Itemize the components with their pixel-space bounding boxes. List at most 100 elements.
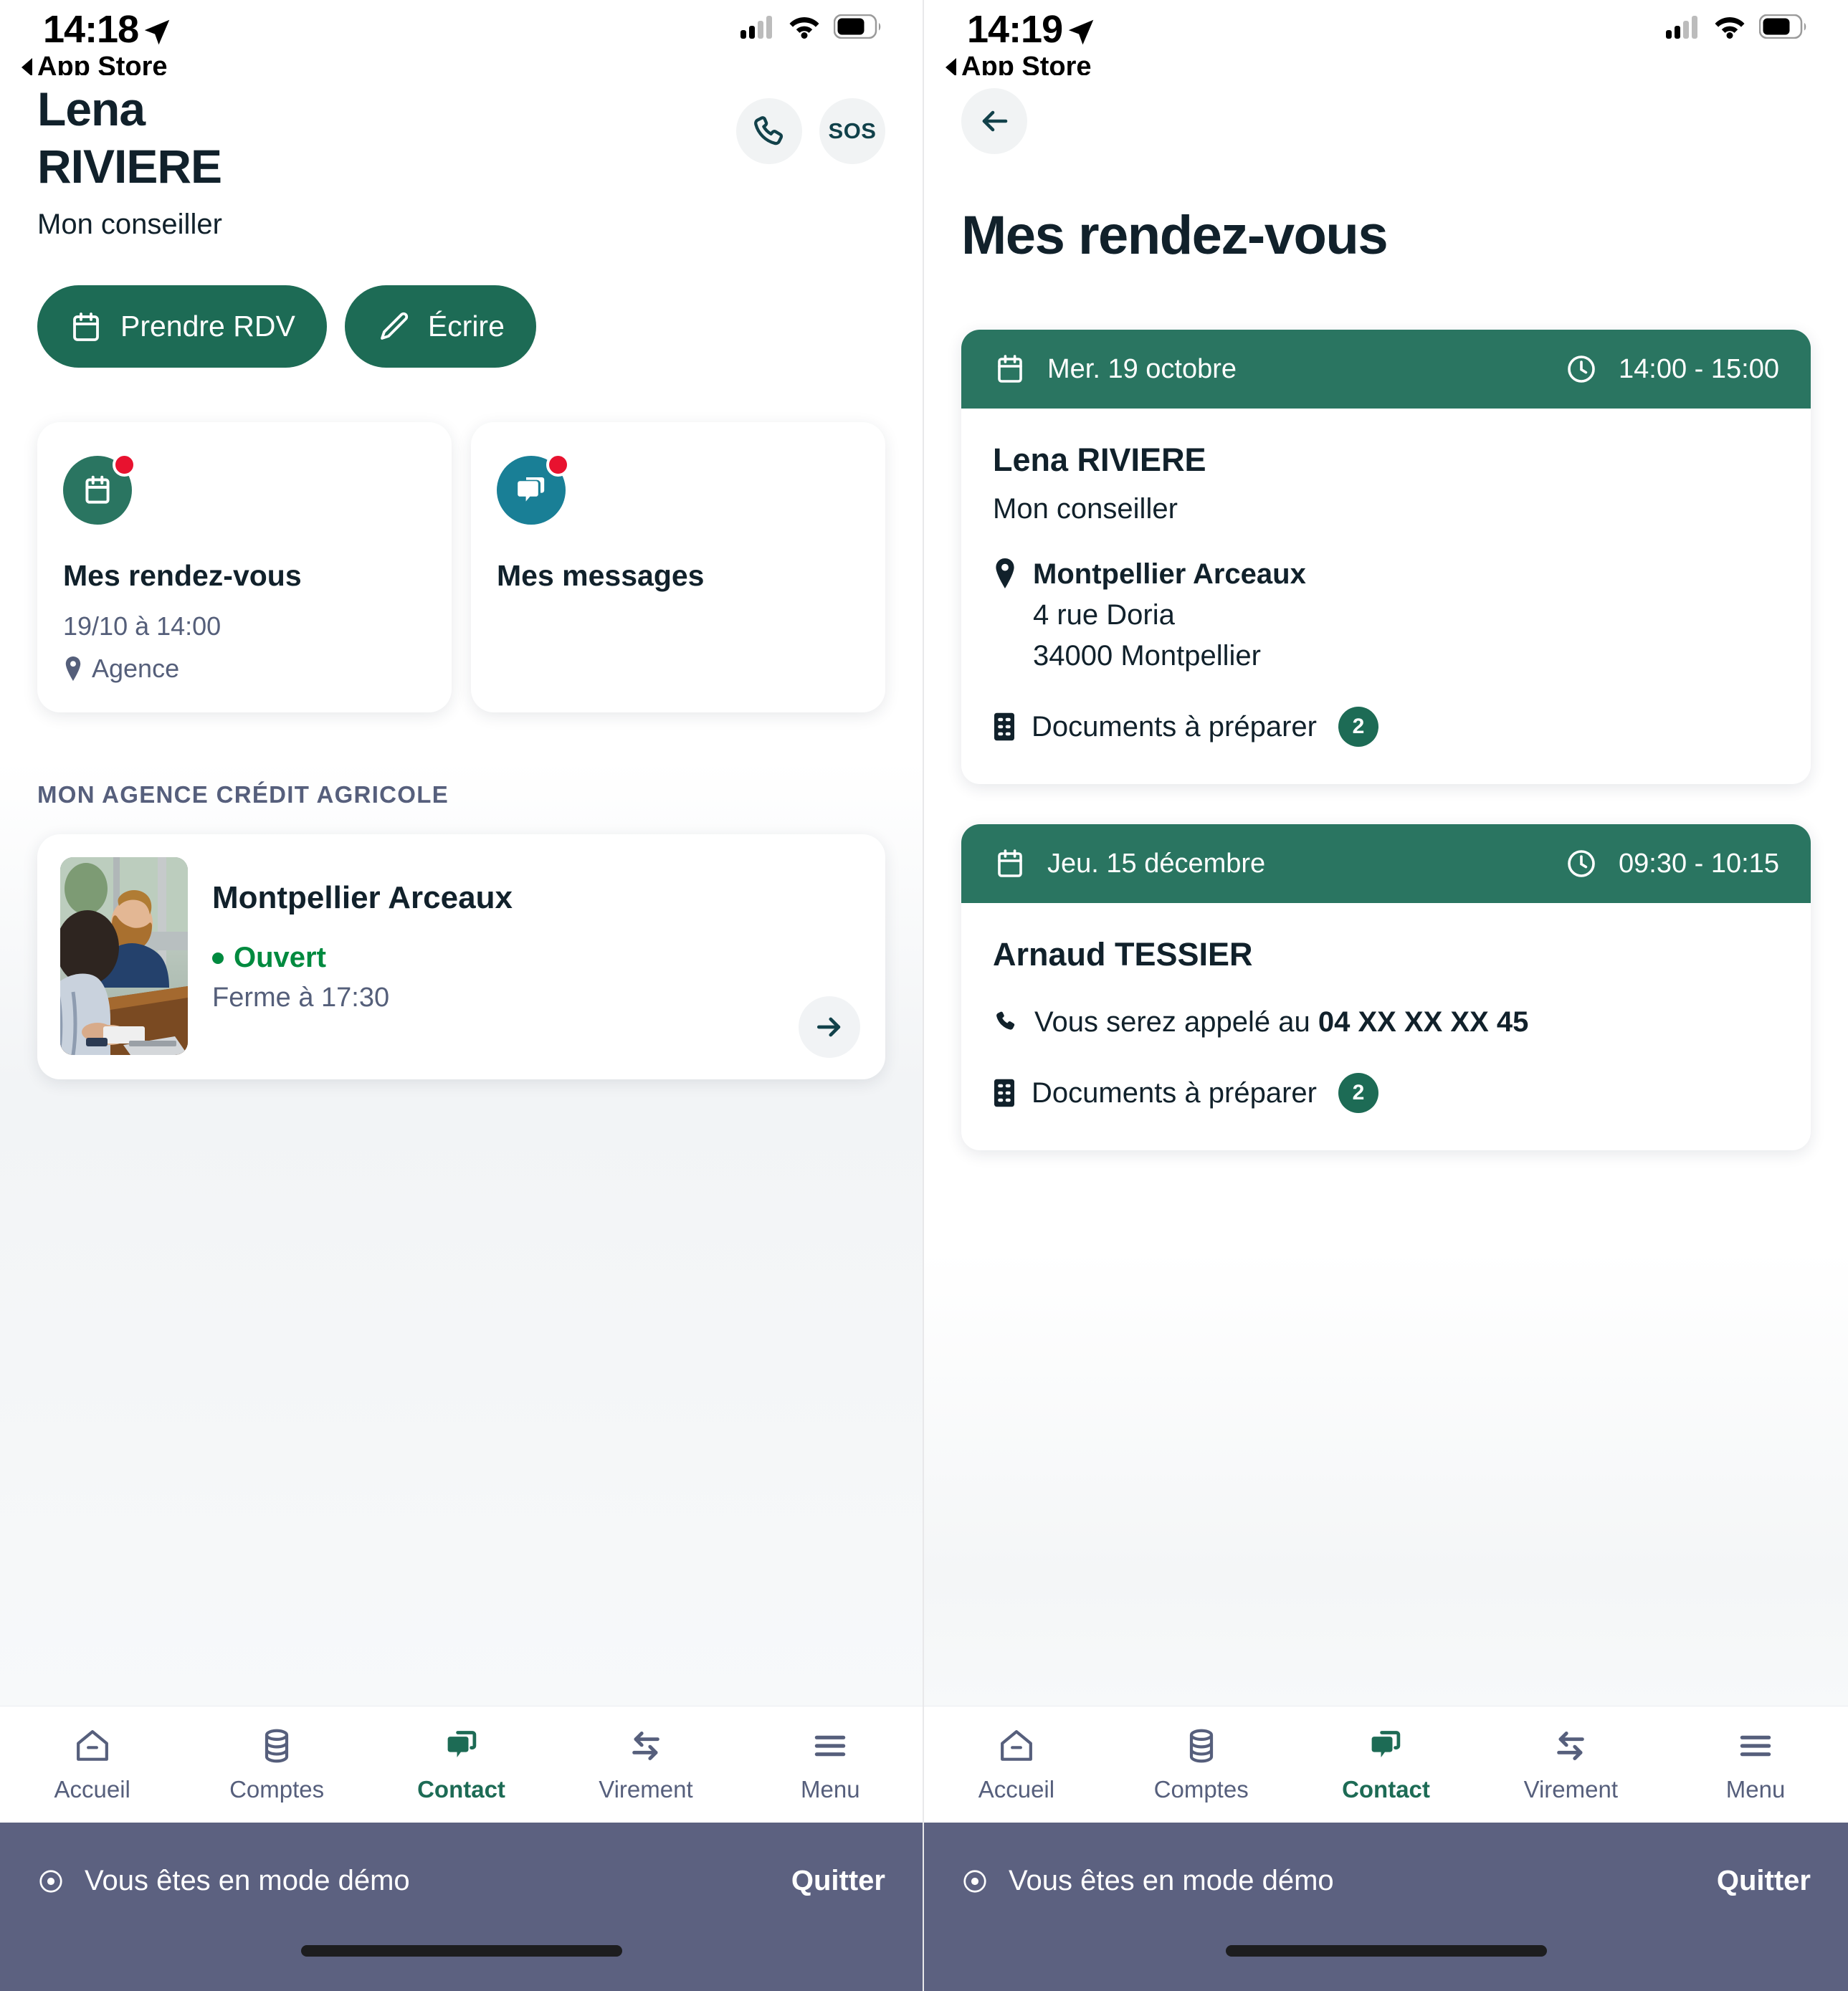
chat-icon bbox=[1366, 1726, 1406, 1766]
tab-comptes[interactable]: Comptes bbox=[1109, 1726, 1294, 1803]
notification-badge bbox=[113, 453, 136, 477]
page-title: Mes rendez-vous bbox=[961, 205, 1389, 266]
appointment-card[interactable]: Jeu. 15 décembre 09:30 - 10:15 Arnaud TE… bbox=[961, 824, 1811, 1150]
agency-name: Montpellier Arceaux bbox=[212, 880, 513, 915]
back-button[interactable] bbox=[961, 88, 1027, 154]
back-triangle-icon bbox=[946, 57, 956, 77]
right-content-scroll[interactable]: Mes rendez-vous Mer. 19 octobre 14:00 - … bbox=[924, 75, 1848, 1706]
tab-label: Comptes bbox=[229, 1776, 325, 1803]
advisor-identity: Lena RIVIERE Mon conseiller bbox=[37, 85, 222, 241]
appointment-documents-row[interactable]: Documents à préparer 2 bbox=[993, 1073, 1779, 1113]
tab-menu[interactable]: Menu bbox=[738, 1726, 923, 1803]
status-bar-time: 14:19 bbox=[967, 8, 1063, 51]
tab-accueil[interactable]: Accueil bbox=[0, 1726, 184, 1803]
arrow-right-icon bbox=[814, 1011, 845, 1043]
sos-button[interactable]: SOS bbox=[819, 98, 885, 164]
tab-label: Accueil bbox=[978, 1776, 1055, 1803]
phone-icon bbox=[751, 113, 788, 150]
appointment-place: Montpellier Arceaux bbox=[1033, 558, 1306, 590]
quit-demo-button[interactable]: Quitter bbox=[791, 1865, 885, 1897]
prendre-rdv-button[interactable]: Prendre RDV bbox=[37, 285, 327, 368]
home-indicator[interactable] bbox=[300, 1945, 622, 1957]
cellular-signal-icon bbox=[1666, 14, 1700, 39]
tab-label: Accueil bbox=[54, 1776, 130, 1803]
status-bar-right: 14:19 App Store bbox=[924, 0, 1848, 82]
status-bar-time: 14:18 bbox=[43, 8, 139, 51]
tile-mes-rendez-vous[interactable]: Mes rendez-vous 19/10 à 14:00 Agence bbox=[37, 422, 452, 712]
appointments-list: Mer. 19 octobre 14:00 - 15:00 Lena RIVIE… bbox=[924, 267, 1848, 1150]
appointment-card[interactable]: Mer. 19 octobre 14:00 - 15:00 Lena RIVIE… bbox=[961, 330, 1811, 784]
home-indicator-area-right bbox=[924, 1939, 1848, 1991]
hamburger-icon bbox=[810, 1726, 850, 1766]
right-phone-screen: 14:19 App Store Mes rendez-vous Mer. 19 … bbox=[924, 0, 1848, 1991]
home-indicator[interactable] bbox=[1225, 1945, 1547, 1957]
status-bar-indicators bbox=[1666, 14, 1808, 39]
ecrire-button[interactable]: Écrire bbox=[344, 285, 536, 368]
documents-count-badge: 2 bbox=[1338, 1073, 1378, 1113]
tab-virement[interactable]: Virement bbox=[553, 1726, 738, 1803]
tab-menu[interactable]: Menu bbox=[1663, 1726, 1848, 1803]
appointment-address-line2: 34000 Montpellier bbox=[1033, 640, 1261, 672]
advisor-first-name: Lena bbox=[37, 82, 146, 135]
appointment-phone-text: Vous serez appelé au 04 XX XX XX 45 bbox=[1034, 1006, 1528, 1039]
tile-title: Mes messages bbox=[497, 559, 705, 592]
tab-label: Virement bbox=[599, 1776, 693, 1803]
tab-contact[interactable]: Contact bbox=[1294, 1726, 1479, 1803]
appointment-date-group: Mer. 19 octobre bbox=[993, 352, 1237, 386]
appointment-time-group: 14:00 - 15:00 bbox=[1564, 352, 1779, 386]
hamburger-icon bbox=[1735, 1726, 1776, 1766]
demo-mode-text: Vous êtes en mode démo bbox=[85, 1865, 410, 1896]
agency-detail-button[interactable] bbox=[799, 996, 860, 1058]
calendar-icon bbox=[993, 846, 1027, 881]
demo-mode-message: Vous êtes en mode démo bbox=[961, 1865, 1334, 1897]
map-pin-icon bbox=[993, 558, 1017, 588]
quit-demo-button[interactable]: Quitter bbox=[1717, 1865, 1811, 1897]
agency-status-label: Ouvert bbox=[234, 942, 326, 973]
prendre-rdv-label: Prendre RDV bbox=[120, 310, 295, 343]
calendar-icon bbox=[69, 310, 103, 344]
advisor-last-name: RIVIERE bbox=[37, 140, 222, 193]
advisor-name: Lena RIVIERE bbox=[37, 85, 222, 190]
tile-location: Agence bbox=[63, 654, 426, 684]
advisor-quick-actions: SOS bbox=[736, 98, 885, 164]
left-content-scroll[interactable]: Lena RIVIERE Mon conseiller SOS Prendre … bbox=[0, 75, 923, 1706]
status-bar-indicators bbox=[740, 14, 882, 39]
tab-comptes[interactable]: Comptes bbox=[184, 1726, 368, 1803]
left-phone-screen: 14:18 App Store Lena RIVIERE Mon conseil… bbox=[0, 0, 924, 1991]
notification-badge bbox=[546, 453, 570, 477]
tab-label: Contact bbox=[417, 1776, 505, 1803]
tab-label: Menu bbox=[801, 1776, 860, 1803]
appointment-time: 09:30 - 10:15 bbox=[1619, 848, 1779, 879]
call-advisor-button[interactable] bbox=[736, 98, 802, 164]
appointment-phone-row: Vous serez appelé au 04 XX XX XX 45 bbox=[993, 1006, 1779, 1039]
battery-icon bbox=[1759, 14, 1808, 39]
arrow-left-icon bbox=[977, 104, 1011, 138]
phone-prefix: Vous serez appelé au bbox=[1034, 1006, 1318, 1038]
clock-icon bbox=[1564, 846, 1599, 881]
appointment-place-row: Montpellier Arceaux bbox=[993, 558, 1779, 591]
tab-accueil[interactable]: Accueil bbox=[924, 1726, 1109, 1803]
status-bar-left: 14:18 App Store bbox=[0, 0, 923, 82]
transfer-icon bbox=[1551, 1726, 1591, 1766]
calendar-icon bbox=[993, 352, 1027, 386]
shortcut-tiles: Mes rendez-vous 19/10 à 14:00 Agence Mes… bbox=[0, 368, 923, 712]
agency-hours: Ferme à 17:30 bbox=[212, 983, 390, 1013]
tab-virement[interactable]: Virement bbox=[1478, 1726, 1663, 1803]
tab-contact[interactable]: Contact bbox=[369, 1726, 553, 1803]
appointment-documents-row[interactable]: Documents à préparer 2 bbox=[993, 707, 1779, 747]
appointment-time: 14:00 - 15:00 bbox=[1619, 353, 1779, 384]
dual-screenshot: 14:18 App Store Lena RIVIERE Mon conseil… bbox=[0, 0, 1848, 1991]
documents-label: Documents à préparer bbox=[1032, 710, 1317, 743]
bottom-tab-bar-right: Accueil Comptes Contact Virement Menu bbox=[924, 1706, 1848, 1823]
appointment-person: Lena RIVIERE bbox=[993, 441, 1206, 478]
battery-icon bbox=[834, 14, 882, 39]
agency-card[interactable]: Montpellier Arceaux Ouvert Ferme à 17:30 bbox=[37, 834, 885, 1079]
tile-mes-messages[interactable]: Mes messages bbox=[471, 422, 885, 712]
pencil-icon bbox=[376, 310, 411, 344]
home-icon bbox=[996, 1726, 1037, 1766]
agency-section-label: MON AGENCE CRÉDIT AGRICOLE bbox=[37, 781, 449, 808]
document-icon bbox=[993, 712, 1016, 742]
info-circle-icon bbox=[961, 1868, 989, 1895]
documents-label: Documents à préparer bbox=[1032, 1076, 1317, 1109]
advisor-cta-row: Prendre RDV Écrire bbox=[0, 241, 923, 368]
